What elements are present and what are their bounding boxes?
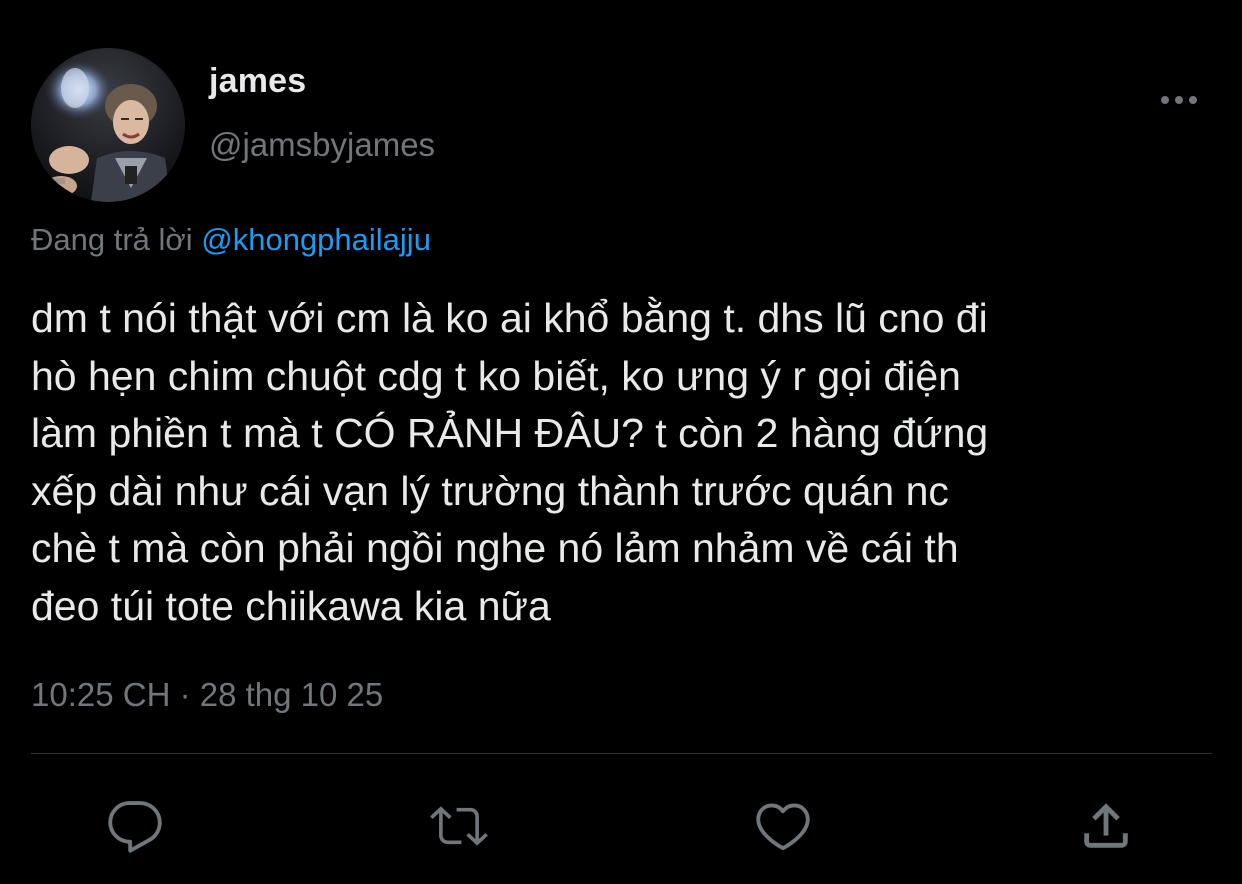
share-icon (1084, 803, 1128, 848)
heart-icon (756, 803, 810, 851)
user-handle[interactable]: @jamsbyjames (209, 126, 435, 164)
reply-mention-link[interactable]: @khongphailajju (201, 222, 431, 257)
divider (31, 753, 1212, 754)
profile-photo-icon (31, 48, 185, 202)
like-button[interactable] (751, 794, 815, 858)
comment-icon (108, 801, 162, 853)
share-button[interactable] (1074, 794, 1138, 858)
replying-to: Đang trả lời @khongphailajju (31, 222, 431, 258)
retweet-button[interactable] (427, 794, 491, 858)
more-options-button[interactable] (1150, 82, 1208, 118)
tweet-timestamp[interactable]: 10:25 CH · 28 thg 10 25 (31, 676, 383, 714)
tweet-card: james @jamsbyjames Đang trả lời @khongph… (0, 0, 1242, 884)
more-dots-icon (1161, 96, 1197, 104)
display-name[interactable]: james (209, 62, 306, 101)
avatar[interactable] (31, 48, 185, 202)
reply-button[interactable] (103, 794, 167, 858)
retweet-icon (430, 806, 488, 846)
replying-to-label: Đang trả lời (31, 222, 193, 257)
tweet-text: dm t nói thật với cm là ko ai khổ bằng t… (31, 295, 989, 629)
